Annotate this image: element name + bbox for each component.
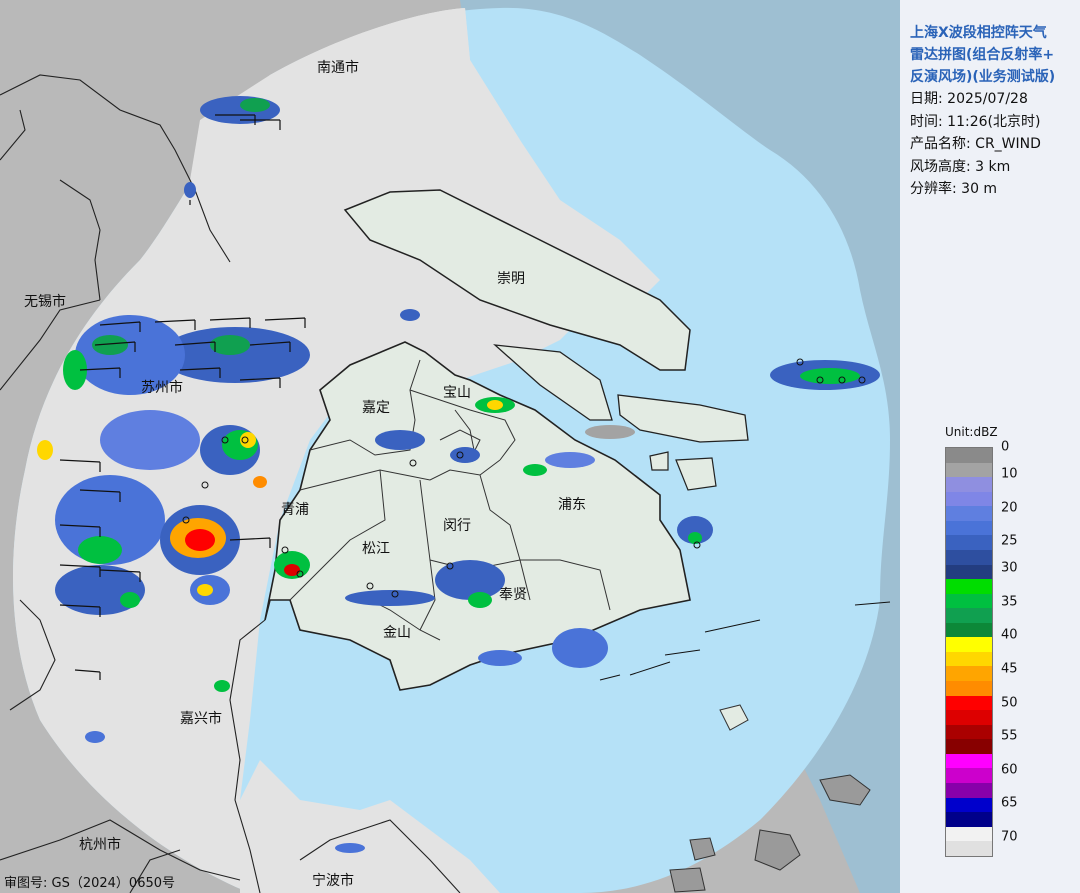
time-text: 时间: 11:26(北京时) bbox=[910, 114, 1041, 130]
legend-swatch bbox=[946, 520, 992, 536]
district-label-songjiang: 松江 bbox=[362, 541, 390, 557]
product-name-text: 产品名称: CR_WIND bbox=[910, 136, 1041, 152]
wind-height-text: 风场高度: 3 km bbox=[910, 159, 1011, 175]
date-text: 日期: 2025/07/28 bbox=[910, 91, 1028, 107]
legend-tick-label: 30 bbox=[1001, 560, 1018, 576]
product-title: 上海X波段相控阵天气 雷达拼图(组合反射率+ 反演风场)(业务测试版) bbox=[910, 22, 1080, 88]
title-line-3: 反演风场)(业务测试版) bbox=[910, 69, 1056, 85]
legend-swatch bbox=[946, 841, 992, 856]
legend-swatch bbox=[946, 724, 992, 740]
legend-swatch bbox=[946, 812, 992, 827]
legend-swatch bbox=[946, 608, 992, 623]
legend-tick-label: 35 bbox=[1001, 594, 1018, 610]
legend-swatch bbox=[946, 666, 992, 681]
title-line-1: 上海X波段相控阵天气 bbox=[910, 25, 1047, 41]
legend-tick-label: 0 bbox=[1001, 439, 1010, 455]
resolution-text: 分辨率: 30 m bbox=[910, 181, 998, 197]
legend-swatch bbox=[946, 593, 992, 609]
city-label-ningbo: 宁波市 bbox=[312, 873, 354, 889]
legend-swatch bbox=[946, 448, 992, 463]
district-label-baoshan: 宝山 bbox=[443, 385, 471, 401]
legend-swatch bbox=[946, 579, 992, 594]
legend-tick-label: 70 bbox=[1001, 829, 1018, 845]
legend-tick-label: 40 bbox=[1001, 627, 1018, 643]
legend-swatch bbox=[946, 535, 992, 550]
legend-tick-label: 20 bbox=[1001, 500, 1018, 516]
district-label-jiading: 嘉定 bbox=[362, 400, 390, 416]
district-label-chongming: 崇明 bbox=[497, 271, 525, 287]
legend-tick-label: 25 bbox=[1001, 533, 1018, 549]
legend-tick-label: 65 bbox=[1001, 795, 1018, 811]
district-label-qingpu: 青浦 bbox=[281, 502, 309, 518]
legend-tick-label: 10 bbox=[1001, 466, 1018, 482]
city-label-suzhou: 苏州市 bbox=[141, 380, 183, 396]
city-label-jiaxing: 嘉兴市 bbox=[180, 711, 222, 727]
title-line-2: 雷达拼图(组合反射率+ bbox=[910, 47, 1055, 63]
legend-swatch bbox=[946, 768, 992, 783]
legend-tick-label: 55 bbox=[1001, 728, 1018, 744]
district-label-jinshan: 金山 bbox=[383, 625, 411, 641]
legend-swatch bbox=[946, 622, 992, 638]
legend-swatch bbox=[946, 753, 992, 769]
legend-swatch bbox=[946, 826, 992, 842]
legend-swatch bbox=[946, 695, 992, 711]
legend-swatch bbox=[946, 462, 992, 478]
legend-tick-label: 60 bbox=[1001, 762, 1018, 778]
legend-swatch bbox=[946, 637, 992, 652]
district-label-fengxian: 奉贤 bbox=[499, 587, 527, 603]
legend-swatch bbox=[946, 506, 992, 521]
legend-tick-label: 50 bbox=[1001, 695, 1018, 711]
city-label-hangzhou: 杭州市 bbox=[79, 837, 121, 853]
map-approval-number: 审图号: GS（2024）0650号 bbox=[4, 876, 176, 891]
legend-swatch bbox=[946, 477, 992, 492]
legend-swatch bbox=[946, 651, 992, 667]
city-label-wuxi: 无锡市 bbox=[24, 294, 66, 310]
color-legend-bar bbox=[945, 447, 993, 857]
legend-swatch bbox=[946, 710, 992, 725]
city-label-nantong: 南通市 bbox=[317, 60, 359, 76]
legend-tick-label: 45 bbox=[1001, 661, 1018, 677]
legend-unit: Unit:dBZ bbox=[945, 425, 998, 439]
legend-swatch bbox=[946, 564, 992, 580]
legend-swatch bbox=[946, 739, 992, 754]
legend-swatch bbox=[946, 681, 992, 696]
legend-swatch bbox=[946, 549, 992, 565]
district-label-pudong: 浦东 bbox=[558, 497, 586, 513]
legend-swatch bbox=[946, 491, 992, 507]
legend-swatch bbox=[946, 797, 992, 813]
district-label-minhang: 闵行 bbox=[443, 518, 471, 534]
legend-swatch bbox=[946, 782, 992, 798]
